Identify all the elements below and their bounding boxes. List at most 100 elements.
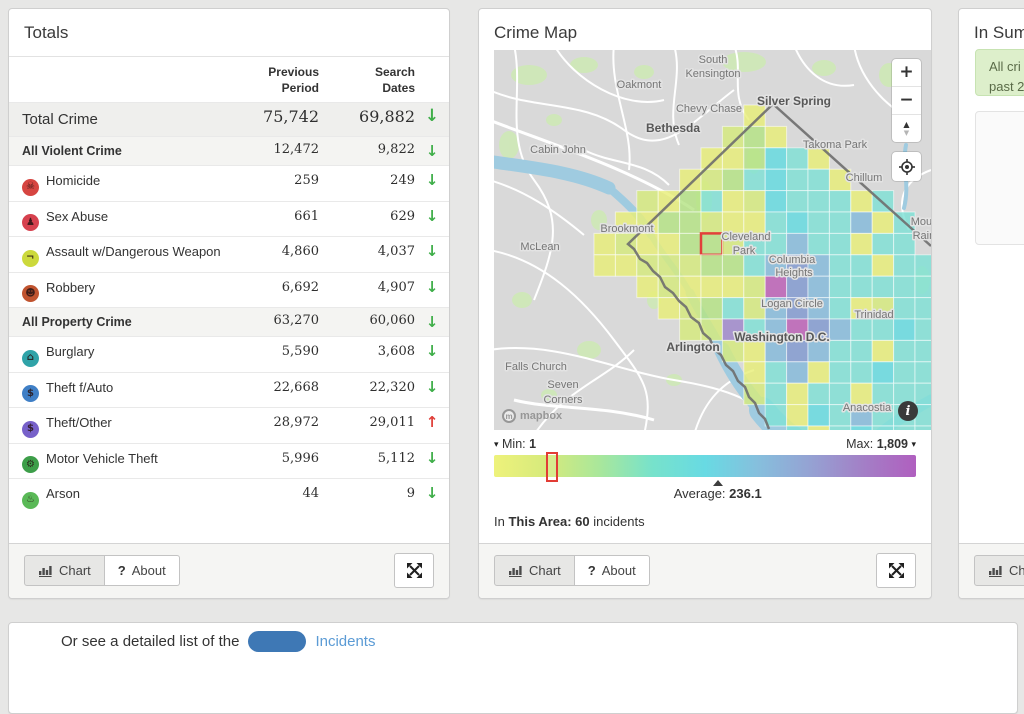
table-row-total-crime[interactable]: Total Crime75,74269,882↓ [9,102,449,136]
heat-cell[interactable] [872,426,893,430]
max-dropdown-icon[interactable]: ▾ [911,440,916,450]
heat-cell[interactable] [829,298,850,319]
expand-button[interactable] [394,553,434,588]
heat-cell[interactable] [808,212,829,233]
heat-cell[interactable] [680,233,701,254]
heat-cell[interactable] [829,319,850,340]
heat-cell[interactable] [637,191,658,212]
heat-cell[interactable] [808,383,829,404]
heat-cell[interactable] [765,169,786,190]
heat-cell[interactable] [701,169,722,190]
heat-cell[interactable] [637,276,658,297]
heat-cell[interactable] [744,362,765,383]
heat-cell[interactable] [829,233,850,254]
heat-cell[interactable] [701,212,722,233]
heat-cell[interactable] [851,191,872,212]
heat-cell[interactable] [615,255,636,276]
heat-cell[interactable] [915,298,931,319]
table-row-motor-vehicle-theft[interactable]: ⚙Motor Vehicle Theft5,9965,112↓ [9,443,449,479]
heat-cell[interactable] [829,340,850,361]
heat-cell[interactable] [829,191,850,212]
heat-cell[interactable] [829,212,850,233]
heat-cell[interactable] [787,383,808,404]
heat-cell[interactable] [722,255,743,276]
heat-cell[interactable] [851,212,872,233]
chart-button[interactable]: Chart [494,555,575,586]
heat-cell[interactable] [808,276,829,297]
map-info-button[interactable]: i [898,401,918,421]
heat-cell[interactable] [658,212,679,233]
heat-cell[interactable] [787,148,808,169]
heat-cell[interactable] [701,148,722,169]
heat-cell[interactable] [787,212,808,233]
heat-cell[interactable] [658,298,679,319]
heat-cell[interactable] [829,362,850,383]
table-row-robbery[interactable]: ☻Robbery6,6924,907↓ [9,272,449,308]
heat-cell[interactable] [701,255,722,276]
heat-cell[interactable] [851,340,872,361]
heat-cell[interactable] [872,276,893,297]
heat-cell[interactable] [872,212,893,233]
heat-cell[interactable] [744,191,765,212]
heat-cell[interactable] [680,276,701,297]
heat-cell[interactable] [680,255,701,276]
pitch-toggle-button[interactable]: ▲ ▼ [892,115,921,142]
heat-cell[interactable] [808,426,829,430]
heat-cell[interactable] [808,233,829,254]
heat-cell[interactable] [722,191,743,212]
table-row-homicide[interactable]: ☠Homicide259249↓ [9,165,449,201]
heat-cell[interactable] [872,362,893,383]
heat-cell[interactable] [872,255,893,276]
expand-button[interactable] [876,553,916,588]
heat-cell[interactable] [851,233,872,254]
heat-cell[interactable] [765,276,786,297]
heat-cell[interactable] [915,362,931,383]
heat-cell[interactable] [722,169,743,190]
heat-cell[interactable] [658,255,679,276]
heat-cell[interactable] [787,169,808,190]
heat-cell[interactable] [765,148,786,169]
heat-cell[interactable] [851,276,872,297]
min-dropdown-icon[interactable]: ▾ [494,440,499,450]
heat-cell[interactable] [894,426,915,430]
heat-cell[interactable] [915,255,931,276]
heat-cell[interactable] [765,383,786,404]
heat-cell[interactable] [872,340,893,361]
heat-cell[interactable] [680,191,701,212]
heat-cell[interactable] [787,276,808,297]
heat-cell[interactable] [894,362,915,383]
heat-cell[interactable] [744,148,765,169]
heat-cell[interactable] [594,255,615,276]
about-button[interactable]: ? About [105,555,180,586]
heat-cell[interactable] [701,191,722,212]
heat-cell[interactable] [851,319,872,340]
table-row-sex-abuse[interactable]: ♟Sex Abuse661629↓ [9,201,449,237]
heat-cell[interactable] [744,255,765,276]
heat-cell[interactable] [744,276,765,297]
heat-cell[interactable] [851,362,872,383]
heat-cell[interactable] [722,276,743,297]
heat-cell[interactable] [808,405,829,426]
heat-cell[interactable] [787,191,808,212]
zoom-in-button[interactable]: + [892,59,921,87]
heat-cell[interactable] [851,255,872,276]
heat-cell[interactable] [787,426,808,430]
heat-cell[interactable] [765,191,786,212]
heat-cell[interactable] [915,426,931,430]
heat-cell[interactable] [787,233,808,254]
heat-cell[interactable] [680,169,701,190]
heat-cell[interactable] [765,362,786,383]
table-row-arson[interactable]: ♨Arson449↓ [9,478,449,514]
table-row-assault-w-dangerous-weapon[interactable]: ⌐Assault w/Dangerous Weapon4,8604,037↓ [9,236,449,272]
heat-cell[interactable] [872,319,893,340]
heat-cell[interactable] [808,362,829,383]
heat-cell[interactable] [615,233,636,254]
heat-cell[interactable] [658,191,679,212]
heat-cell[interactable] [851,426,872,430]
selected-heat-cell[interactable] [701,233,722,254]
heat-cell[interactable] [894,319,915,340]
chart-button[interactable]: Chart [24,555,105,586]
heat-cell[interactable] [701,276,722,297]
map-canvas[interactable]: SouthKensingtonOakmontChevy ChaseSilver … [494,50,931,430]
heat-cell[interactable] [637,233,658,254]
